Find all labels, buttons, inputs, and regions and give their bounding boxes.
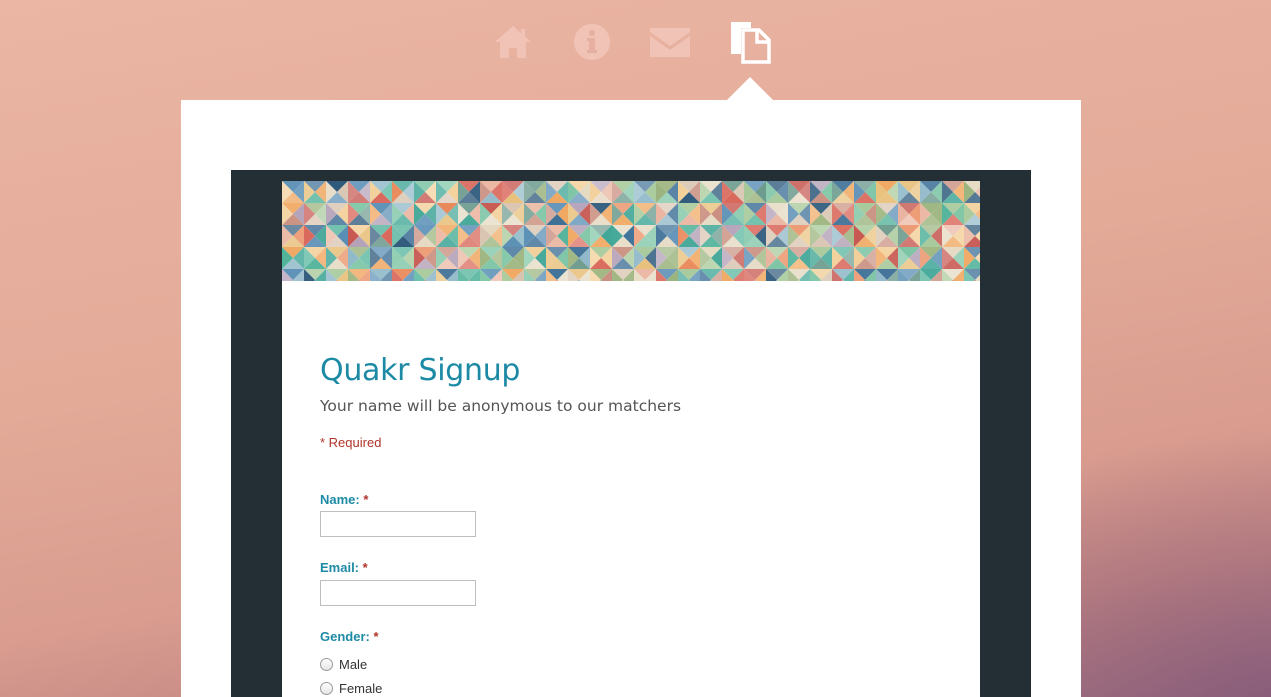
mail-icon[interactable] bbox=[648, 20, 692, 64]
embedded-form-frame: Quakr Signup Your name will be anonymous… bbox=[231, 170, 1031, 697]
male-radio[interactable] bbox=[320, 657, 333, 671]
name-label: Name: * bbox=[320, 492, 368, 507]
gender-label: Gender: * bbox=[320, 629, 379, 644]
content-panel: Quakr Signup Your name will be anonymous… bbox=[181, 100, 1081, 697]
required-note: * Required bbox=[320, 435, 382, 450]
email-label-text: Email: bbox=[320, 560, 360, 575]
home-icon[interactable] bbox=[491, 20, 535, 64]
gender-option-female[interactable]: Female bbox=[320, 679, 382, 697]
gender-label-text: Gender: bbox=[320, 629, 370, 644]
gender-option-male[interactable]: Male bbox=[320, 655, 367, 673]
mosaic-banner-image bbox=[282, 181, 980, 281]
required-star: * bbox=[363, 492, 369, 507]
active-tab-pointer bbox=[727, 77, 773, 100]
form-description: Your name will be anonymous to our match… bbox=[320, 397, 682, 415]
female-label[interactable]: Female bbox=[339, 681, 382, 696]
required-star: * bbox=[373, 629, 379, 644]
email-label: Email: * bbox=[320, 560, 368, 575]
male-label[interactable]: Male bbox=[339, 657, 367, 672]
name-input[interactable] bbox=[320, 511, 476, 537]
female-radio[interactable] bbox=[320, 681, 333, 695]
document-icon[interactable] bbox=[727, 20, 771, 64]
name-label-text: Name: bbox=[320, 492, 360, 507]
email-input[interactable] bbox=[320, 580, 476, 606]
required-star: * bbox=[362, 560, 368, 575]
top-navigation bbox=[0, 0, 1271, 100]
info-icon[interactable] bbox=[570, 20, 614, 64]
form-card: Quakr Signup Your name will be anonymous… bbox=[282, 181, 980, 697]
form-title: Quakr Signup bbox=[320, 353, 521, 388]
form-header-banner bbox=[282, 181, 980, 281]
